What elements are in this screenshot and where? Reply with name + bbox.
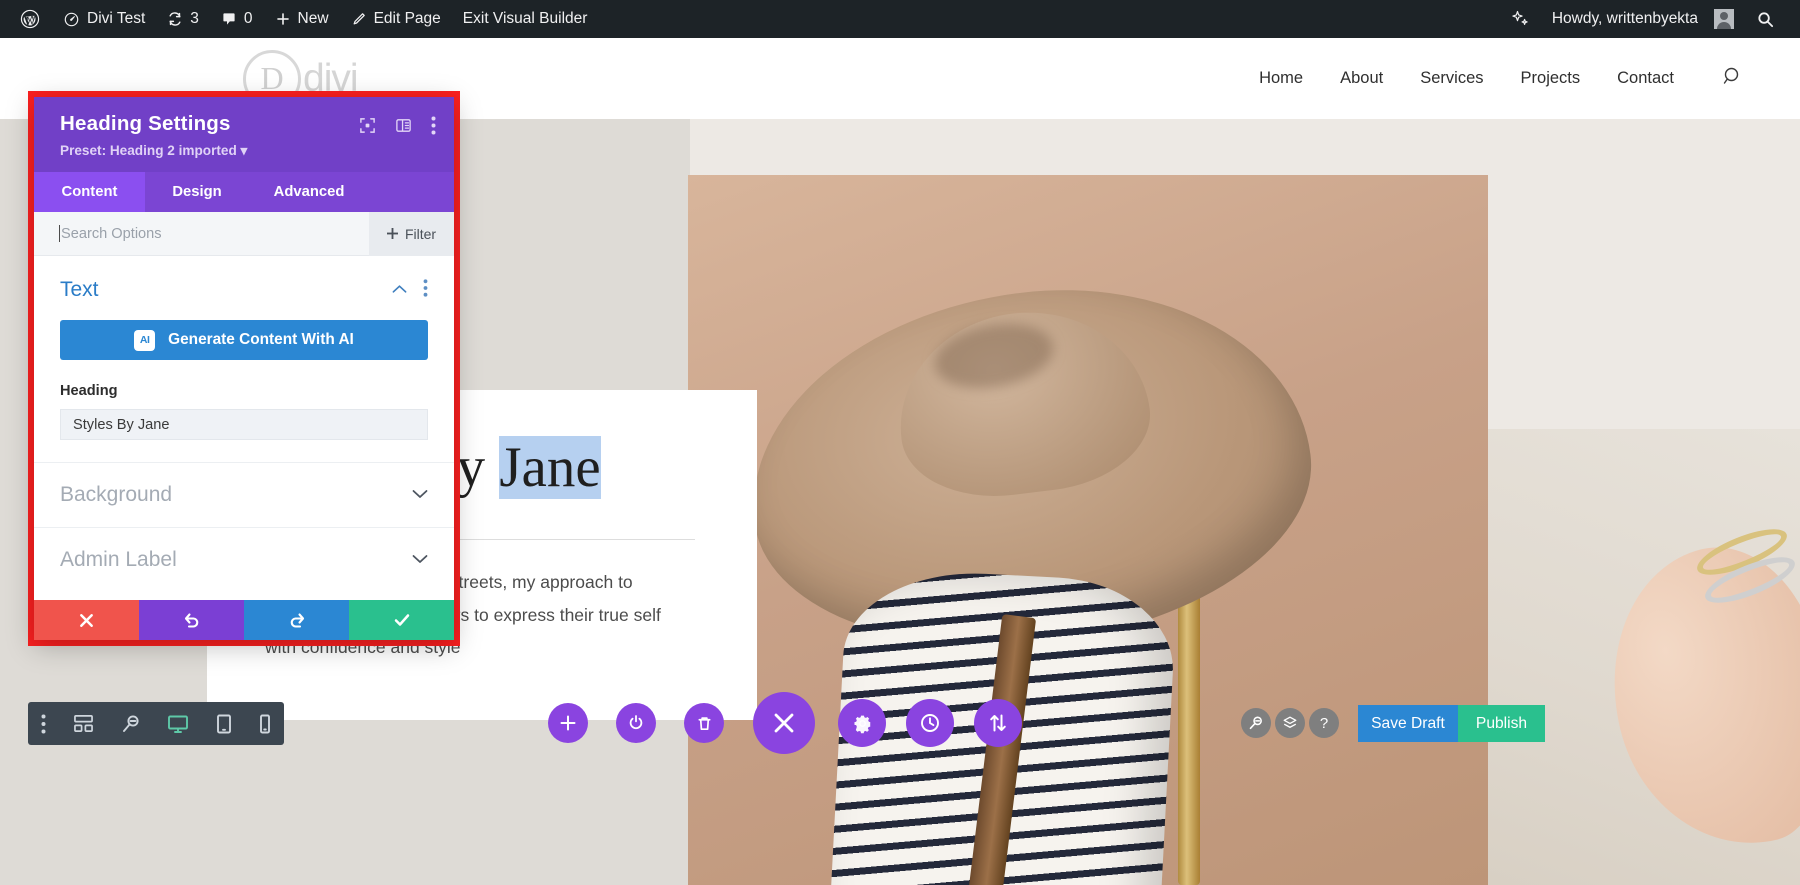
save-draft-button[interactable]: Save Draft: [1358, 705, 1458, 742]
filter-button[interactable]: Filter: [369, 211, 454, 256]
modal-title: Heading Settings: [60, 112, 231, 135]
layers-icon[interactable]: [1275, 708, 1305, 738]
nav-item-projects[interactable]: Projects: [1521, 69, 1581, 88]
phone-icon[interactable]: [259, 714, 271, 734]
help-icon-label: ?: [1319, 714, 1329, 732]
section-text-title[interactable]: Text: [60, 278, 99, 302]
modal-preset-label: Preset: Heading 2 imported: [60, 143, 237, 158]
section-admin-label[interactable]: Admin Label: [34, 527, 454, 592]
admin-bar-new-label: New: [297, 10, 329, 27]
admin-bar-item-edit-page[interactable]: Edit Page: [340, 0, 452, 38]
tablet-icon[interactable]: [216, 714, 232, 734]
nav-item-home[interactable]: Home: [1259, 69, 1303, 88]
site-navigation: Home About Services Projects Contact: [1259, 65, 1744, 93]
zoom-out-icon[interactable]: [121, 714, 141, 734]
sparkle-icon: [1510, 9, 1530, 29]
undo-button[interactable]: [139, 600, 244, 640]
sort-icon[interactable]: [974, 699, 1022, 747]
chevron-down-icon: [412, 551, 428, 569]
layout-icon[interactable]: [395, 117, 412, 134]
help-icon[interactable]: ?: [1309, 708, 1339, 738]
avatar-icon: [1714, 9, 1734, 29]
heading-field-input[interactable]: Styles By Jane: [60, 409, 428, 440]
admin-bar-comments-count: 0: [243, 10, 253, 27]
more-vertical-icon[interactable]: [423, 278, 428, 302]
text-cursor: [59, 225, 60, 242]
section-background-title: Background: [60, 483, 173, 506]
admin-bar-item-site[interactable]: Divi Test: [52, 0, 156, 38]
delete-module-button[interactable]: [684, 703, 724, 743]
more-vertical-icon[interactable]: [41, 714, 46, 734]
wordpress-logo-icon: [19, 8, 41, 30]
dashboard-icon: [63, 11, 80, 28]
section-text: Text AI Generate Content With AI Heading…: [34, 256, 454, 440]
admin-bar-item-exit-visual-builder[interactable]: Exit Visual Builder: [452, 0, 599, 38]
admin-bar-item-new[interactable]: New: [264, 0, 340, 38]
hero-image: [688, 175, 1488, 885]
wp-admin-bar: Divi Test 3 0 New Edit Page Exit Visual …: [0, 0, 1800, 38]
fullscreen-icon[interactable]: [359, 117, 376, 134]
visual-builder-toolbar: [28, 702, 284, 745]
modal-body: Text AI Generate Content With AI Heading…: [34, 256, 454, 600]
search-icon[interactable]: [1722, 65, 1744, 93]
add-module-button[interactable]: [548, 703, 588, 743]
search-input[interactable]: Search Options: [61, 226, 162, 242]
updates-icon: [167, 11, 183, 27]
save-button[interactable]: [349, 600, 454, 640]
wordpress-logo-button[interactable]: [8, 0, 52, 38]
modal-preset-selector[interactable]: Preset: Heading 2 imported ▾: [60, 143, 436, 159]
chevron-down-icon: ▾: [240, 143, 248, 158]
admin-bar-greeting: Howdy, writtenbyekta: [1551, 10, 1698, 27]
plus-icon: [386, 226, 398, 242]
section-admin-label-title: Admin Label: [60, 548, 177, 571]
admin-bar-site-label: Divi Test: [87, 10, 146, 27]
more-vertical-icon[interactable]: [431, 116, 436, 135]
redo-button[interactable]: [244, 600, 349, 640]
publish-button[interactable]: Publish: [1458, 705, 1545, 742]
search-options-row: Search Options Filter: [34, 211, 454, 256]
hero-heading-selected-text: Jane: [499, 436, 601, 499]
generate-content-with-ai-button[interactable]: AI Generate Content With AI: [60, 320, 428, 360]
admin-bar-search-button[interactable]: [1745, 0, 1786, 38]
secondary-image: [1488, 429, 1800, 885]
admin-bar-item-updates[interactable]: 3: [156, 0, 210, 38]
modal-tabs: Content Design Advanced: [34, 172, 454, 212]
modal-footer: [34, 600, 454, 640]
modal-header: Heading Settings Preset: Heading 2 impor…: [34, 97, 454, 172]
ai-badge-icon: AI: [134, 329, 156, 351]
search-icon: [1756, 10, 1775, 29]
desktop-icon[interactable]: [167, 714, 189, 734]
filter-button-label: Filter: [404, 225, 437, 242]
generate-content-with-ai-label: Generate Content With AI: [168, 331, 354, 348]
section-background[interactable]: Background: [34, 462, 454, 527]
nav-item-services[interactable]: Services: [1420, 69, 1483, 88]
admin-bar-exit-vb-label: Exit Visual Builder: [462, 10, 588, 27]
nav-item-contact[interactable]: Contact: [1617, 69, 1674, 88]
comments-icon: [221, 11, 237, 27]
pencil-icon: [351, 11, 367, 27]
admin-bar-my-account[interactable]: Howdy, writtenbyekta: [1541, 0, 1745, 38]
plus-icon: [275, 11, 291, 27]
tab-content[interactable]: Content: [34, 172, 145, 212]
admin-bar-updates-count: 3: [190, 10, 199, 27]
wireframe-icon[interactable]: [73, 714, 94, 733]
heading-settings-modal: Heading Settings Preset: Heading 2 impor…: [34, 97, 454, 640]
zoom-out-icon[interactable]: [1241, 708, 1271, 738]
toggle-module-button[interactable]: [616, 703, 656, 743]
gear-icon[interactable]: [838, 699, 886, 747]
admin-bar-ai-button[interactable]: [1499, 0, 1541, 38]
nav-item-about[interactable]: About: [1340, 69, 1383, 88]
cancel-button[interactable]: [34, 600, 139, 640]
close-builder-menu-button[interactable]: [753, 692, 815, 754]
heading-field-label: Heading: [60, 383, 118, 399]
chevron-down-icon: [412, 486, 428, 504]
admin-bar-edit-page-label: Edit Page: [373, 10, 441, 27]
history-icon[interactable]: [906, 699, 954, 747]
tab-design[interactable]: Design: [145, 172, 249, 212]
chevron-up-icon[interactable]: [392, 281, 407, 299]
tab-advanced[interactable]: Advanced: [249, 172, 369, 212]
admin-bar-item-comments[interactable]: 0: [210, 0, 264, 38]
